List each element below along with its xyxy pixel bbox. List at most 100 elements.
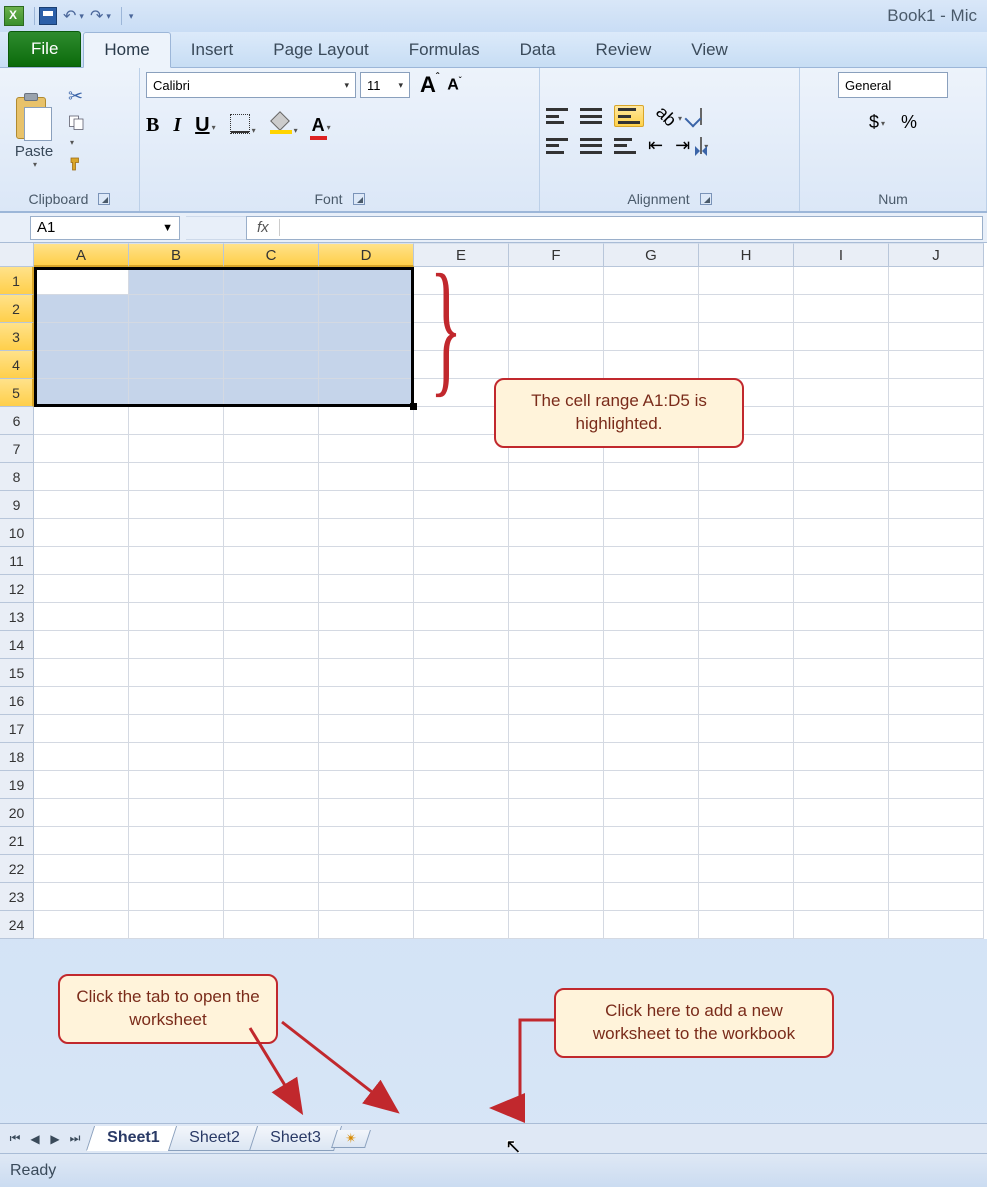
row-header[interactable]: 23	[0, 883, 34, 911]
cell[interactable]	[794, 855, 889, 883]
cell[interactable]	[509, 463, 604, 491]
currency-button[interactable]: $▾	[869, 112, 885, 133]
cell[interactable]	[414, 883, 509, 911]
cell[interactable]	[34, 267, 129, 295]
cell[interactable]	[794, 799, 889, 827]
cell[interactable]	[699, 463, 794, 491]
cell[interactable]	[129, 855, 224, 883]
cell[interactable]	[224, 407, 319, 435]
cell[interactable]	[319, 911, 414, 939]
row-header[interactable]: 19	[0, 771, 34, 799]
cell[interactable]	[224, 267, 319, 295]
cell[interactable]	[34, 659, 129, 687]
column-header[interactable]: I	[794, 243, 889, 267]
row-header[interactable]: 8	[0, 463, 34, 491]
select-all-corner[interactable]	[0, 243, 34, 267]
column-header[interactable]: D	[319, 243, 414, 267]
cell[interactable]	[794, 379, 889, 407]
tab-review[interactable]: Review	[576, 33, 672, 67]
cell[interactable]	[604, 323, 699, 351]
cell[interactable]	[794, 687, 889, 715]
cell[interactable]	[889, 603, 984, 631]
cell[interactable]	[699, 659, 794, 687]
cell[interactable]	[604, 519, 699, 547]
cell[interactable]	[604, 631, 699, 659]
increase-indent-icon[interactable]: ⇥	[675, 135, 690, 156]
cell[interactable]	[604, 547, 699, 575]
row-header[interactable]: 13	[0, 603, 34, 631]
number-format-combo[interactable]: General	[838, 72, 948, 98]
cell[interactable]	[889, 267, 984, 295]
cell[interactable]	[699, 519, 794, 547]
cell[interactable]	[604, 351, 699, 379]
cell[interactable]	[414, 519, 509, 547]
cell[interactable]	[34, 323, 129, 351]
cell[interactable]	[889, 463, 984, 491]
cell[interactable]	[319, 463, 414, 491]
row-header[interactable]: 10	[0, 519, 34, 547]
redo-dropdown[interactable]: ▾	[106, 11, 111, 22]
cell[interactable]	[224, 351, 319, 379]
cell[interactable]	[319, 827, 414, 855]
cell[interactable]	[34, 407, 129, 435]
cell[interactable]	[129, 687, 224, 715]
cell[interactable]	[414, 799, 509, 827]
cell[interactable]	[794, 435, 889, 463]
cell[interactable]	[129, 575, 224, 603]
copy-icon[interactable]: ▾	[68, 113, 86, 149]
cell[interactable]	[224, 323, 319, 351]
cell[interactable]	[604, 603, 699, 631]
cell[interactable]	[224, 575, 319, 603]
cell[interactable]	[129, 435, 224, 463]
row-header[interactable]: 1	[0, 267, 34, 295]
cell[interactable]	[319, 883, 414, 911]
underline-button[interactable]: U	[195, 114, 209, 136]
cell[interactable]	[224, 855, 319, 883]
cell[interactable]	[319, 771, 414, 799]
fx-icon[interactable]: fx	[247, 219, 280, 236]
cell[interactable]	[794, 911, 889, 939]
cell[interactable]	[224, 463, 319, 491]
cell[interactable]	[34, 771, 129, 799]
cell[interactable]	[509, 911, 604, 939]
cell[interactable]	[319, 379, 414, 407]
cell[interactable]	[889, 323, 984, 351]
cell[interactable]	[319, 323, 414, 351]
cell[interactable]	[889, 743, 984, 771]
row-header[interactable]: 14	[0, 631, 34, 659]
row-header[interactable]: 17	[0, 715, 34, 743]
cell[interactable]	[129, 827, 224, 855]
cell[interactable]	[414, 547, 509, 575]
cell[interactable]	[129, 267, 224, 295]
cell[interactable]	[699, 547, 794, 575]
cell[interactable]	[794, 323, 889, 351]
cell[interactable]	[129, 323, 224, 351]
cell[interactable]	[319, 267, 414, 295]
cell[interactable]	[699, 603, 794, 631]
cell[interactable]	[509, 575, 604, 603]
cell[interactable]	[319, 351, 414, 379]
cell[interactable]	[509, 715, 604, 743]
cell[interactable]	[129, 883, 224, 911]
cell[interactable]	[414, 743, 509, 771]
cell[interactable]	[34, 547, 129, 575]
fill-color-icon[interactable]	[270, 114, 292, 134]
cell[interactable]	[224, 911, 319, 939]
cell[interactable]	[34, 743, 129, 771]
cell[interactable]	[129, 911, 224, 939]
decrease-font-icon[interactable]: Aˇ	[447, 76, 461, 94]
row-header[interactable]: 21	[0, 827, 34, 855]
paste-button[interactable]: Paste ▾	[6, 93, 62, 169]
tab-view[interactable]: View	[671, 33, 748, 67]
cell[interactable]	[889, 911, 984, 939]
cell[interactable]	[889, 379, 984, 407]
row-header[interactable]: 6	[0, 407, 34, 435]
cell[interactable]	[509, 351, 604, 379]
increase-font-icon[interactable]: Aˆ	[420, 72, 439, 98]
row-header[interactable]: 5	[0, 379, 34, 407]
cell[interactable]	[509, 799, 604, 827]
cell[interactable]	[889, 491, 984, 519]
italic-button[interactable]: I	[173, 114, 181, 137]
insert-worksheet-tab[interactable]: ✴	[331, 1130, 371, 1148]
row-header[interactable]: 7	[0, 435, 34, 463]
